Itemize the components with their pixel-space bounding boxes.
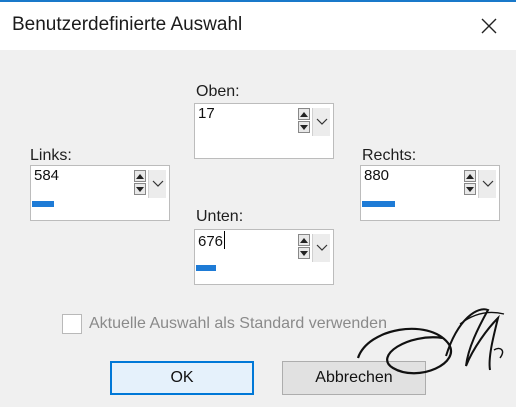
rechts-spin-up-button[interactable] — [464, 170, 476, 182]
oben-progress-track — [196, 139, 296, 145]
arrow-down-icon — [466, 186, 474, 192]
cancel-button[interactable]: Abbrechen — [282, 361, 426, 395]
close-icon — [481, 18, 497, 34]
chevron-down-icon — [316, 244, 327, 251]
links-spin-down-button[interactable] — [134, 183, 146, 195]
oben-dropdown-button[interactable] — [312, 108, 330, 136]
rechts-value[interactable]: 880 — [364, 167, 389, 184]
label-unten: Unten: — [196, 208, 244, 225]
links-dropdown-button[interactable] — [148, 170, 166, 198]
unten-progress-fill — [196, 265, 216, 271]
oben-spin-down-button[interactable] — [298, 121, 310, 133]
unten-value[interactable]: 676 — [198, 233, 223, 250]
oben-value[interactable]: 17 — [198, 105, 215, 122]
rechts-dropdown-button[interactable] — [478, 170, 496, 198]
arrow-up-icon — [136, 173, 144, 179]
default-selection-checkbox[interactable] — [62, 314, 82, 334]
text-caret — [224, 231, 226, 249]
field-rechts: 880 — [360, 165, 500, 221]
oben-spin-up-button[interactable] — [298, 108, 310, 120]
rechts-spin-down-button[interactable] — [464, 183, 476, 195]
links-value[interactable]: 584 — [34, 167, 59, 184]
field-unten: 676 — [194, 229, 334, 285]
arrow-down-icon — [136, 186, 144, 192]
close-button[interactable] — [472, 10, 506, 42]
chevron-down-icon — [152, 180, 163, 187]
unten-value-wrap[interactable]: 676 — [198, 231, 226, 250]
ok-button[interactable]: OK — [110, 361, 254, 395]
title-bar: Benutzerdefinierte Auswahl — [0, 2, 516, 50]
dialog-title: Benutzerdefinierte Auswahl — [12, 14, 243, 35]
arrow-down-icon — [300, 250, 308, 256]
links-progress-fill — [32, 201, 54, 207]
links-spin-up-button[interactable] — [134, 170, 146, 182]
field-oben: 17 — [194, 103, 334, 159]
label-oben: Oben: — [196, 83, 240, 100]
chevron-down-icon — [316, 118, 327, 125]
unten-spin-down-button[interactable] — [298, 247, 310, 259]
label-rechts: Rechts: — [362, 147, 417, 164]
dialog-body: Oben: 17 Links: 584 Rechts: 880 Unten: 6… — [0, 50, 516, 407]
label-links: Links: — [30, 147, 72, 164]
rechts-progress-track — [362, 201, 462, 207]
arrow-up-icon — [466, 173, 474, 179]
unten-dropdown-button[interactable] — [312, 234, 330, 262]
links-progress-track — [32, 201, 132, 207]
arrow-up-icon — [300, 111, 308, 117]
arrow-down-icon — [300, 124, 308, 130]
field-links: 584 — [30, 165, 170, 221]
chevron-down-icon — [482, 180, 493, 187]
unten-progress-track — [196, 265, 296, 271]
arrow-up-icon — [300, 237, 308, 243]
rechts-progress-fill — [362, 201, 395, 207]
unten-spin-up-button[interactable] — [298, 234, 310, 246]
default-selection-label: Aktuelle Auswahl als Standard verwenden — [89, 315, 387, 332]
